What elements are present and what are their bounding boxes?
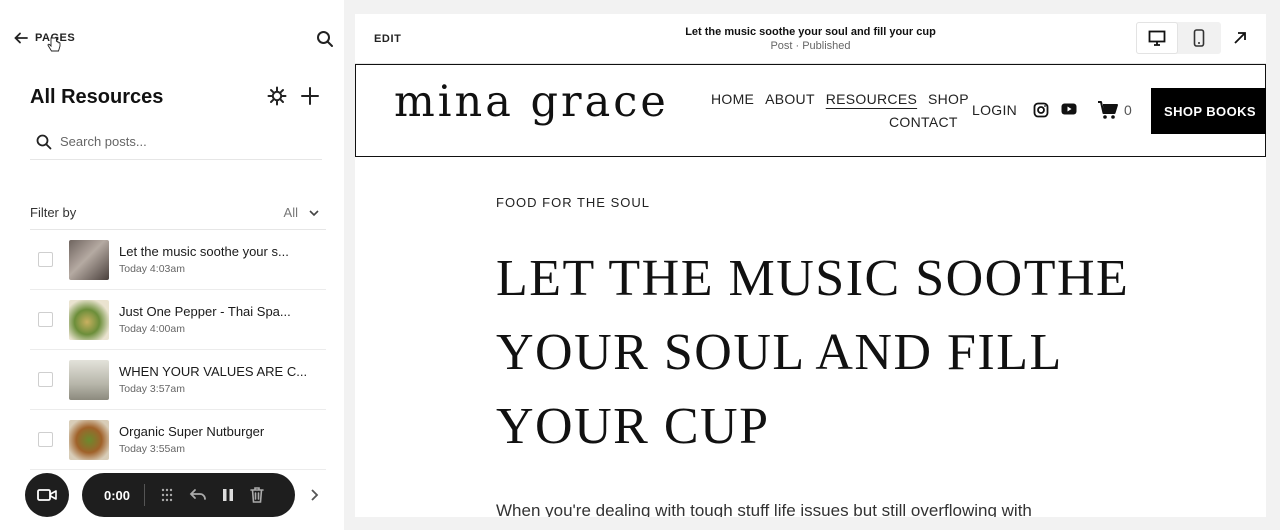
- site-header: mina grace HOME ABOUT RESOURCES SHOP CON…: [355, 64, 1266, 157]
- post-title: Organic Super Nutburger: [119, 424, 265, 439]
- post-category[interactable]: FOOD FOR THE SOUL: [496, 195, 650, 210]
- page-title: All Resources: [30, 86, 164, 108]
- post-time: Today 4:00am: [119, 323, 185, 335]
- mobile-icon: [1193, 29, 1205, 47]
- cart-icon: [1098, 101, 1118, 119]
- list-item[interactable]: WHEN YOUR VALUES ARE C... Today 3:57am: [30, 350, 326, 410]
- post-title: Just One Pepper - Thai Spa...: [119, 304, 291, 319]
- site-logo[interactable]: mina grace: [394, 77, 669, 127]
- list-item[interactable]: Organic Super Nutburger Today 3:55am: [30, 410, 326, 470]
- cart-count: 0: [1124, 102, 1132, 118]
- select-checkbox[interactable]: [38, 372, 53, 387]
- post-time: Today 3:57am: [119, 383, 185, 395]
- nav-link-home[interactable]: HOME: [711, 91, 754, 107]
- filter-bar[interactable]: Filter by All: [30, 196, 326, 230]
- desktop-icon: [1148, 30, 1166, 46]
- post-title: WHEN YOUR VALUES ARE C...: [119, 364, 308, 379]
- left-panel: PAGES All Resources Filter by All Let th…: [0, 0, 344, 530]
- trash-icon[interactable]: [249, 486, 265, 504]
- chevron-right-icon[interactable]: [309, 488, 321, 502]
- post-list: Let the music soothe your s... Today 4:0…: [30, 230, 326, 470]
- post-time: Today 3:55am: [119, 443, 185, 455]
- site-preview: EDIT Let the music soothe your soul and …: [355, 14, 1266, 517]
- select-checkbox[interactable]: [38, 312, 53, 327]
- filter-label: Filter by: [30, 205, 77, 220]
- recording-toolbar: 0:00: [82, 473, 295, 517]
- expand-arrow-icon[interactable]: [1232, 30, 1248, 46]
- editor-topbar: EDIT Let the music soothe your soul and …: [355, 14, 1266, 64]
- post-excerpt: When you're dealing with tough stuff lif…: [496, 501, 1032, 517]
- filter-dropdown[interactable]: All: [284, 205, 326, 220]
- recording-timer: 0:00: [104, 487, 131, 503]
- post-time: Today 4:03am: [119, 263, 185, 275]
- document-title: Let the music soothe your soul and fill …: [685, 26, 936, 38]
- post-thumbnail: [69, 419, 109, 460]
- site-navigation: HOME ABOUT RESOURCES SHOP CONTACT: [711, 91, 976, 130]
- select-checkbox[interactable]: [38, 252, 53, 267]
- post-thumbnail: [69, 359, 109, 400]
- filter-value: All: [283, 205, 298, 220]
- video-camera-icon: [37, 489, 57, 501]
- nav-link-about[interactable]: ABOUT: [765, 91, 815, 107]
- desktop-view-button[interactable]: [1136, 22, 1178, 54]
- back-to-pages-button[interactable]: PAGES: [13, 30, 75, 46]
- nav-link-contact[interactable]: CONTACT: [889, 114, 958, 130]
- arrow-left-icon: [14, 32, 28, 44]
- list-item[interactable]: Let the music soothe your s... Today 4:0…: [30, 230, 326, 290]
- document-status: Post · Published: [770, 40, 851, 52]
- chevron-down-icon: [309, 209, 319, 216]
- instagram-icon[interactable]: [1033, 102, 1049, 118]
- nav-link-resources[interactable]: RESOURCES: [826, 91, 917, 107]
- cart-button[interactable]: 0: [1097, 100, 1132, 120]
- post-thumbnail: [69, 239, 109, 280]
- camera-toggle-button[interactable]: [25, 473, 69, 517]
- divider: [144, 484, 146, 506]
- search-icon[interactable]: [316, 30, 334, 48]
- nav-link-shop[interactable]: SHOP: [928, 91, 969, 107]
- shop-books-button[interactable]: SHOP BOOKS: [1151, 88, 1266, 134]
- undo-icon[interactable]: [189, 487, 207, 503]
- list-item[interactable]: Just One Pepper - Thai Spa... Today 4:00…: [30, 290, 326, 350]
- add-post-icon[interactable]: [300, 86, 320, 106]
- login-link[interactable]: LOGIN: [972, 102, 1017, 118]
- device-toggle: [1136, 22, 1221, 54]
- search-icon: [36, 134, 52, 149]
- post-heading: LET THE MUSIC SOOTHE YOUR SOUL AND FILL …: [496, 250, 1130, 455]
- mobile-view-button[interactable]: [1178, 22, 1220, 54]
- youtube-icon[interactable]: [1061, 103, 1077, 115]
- hand-cursor-icon: [47, 37, 61, 52]
- post-title: Let the music soothe your s...: [119, 244, 289, 259]
- post-thumbnail: [69, 299, 109, 340]
- gear-icon[interactable]: [267, 86, 287, 106]
- pause-icon[interactable]: [221, 487, 235, 503]
- search-input[interactable]: [60, 134, 300, 149]
- search-posts: [30, 124, 322, 160]
- drag-handle-icon[interactable]: [159, 487, 175, 503]
- select-checkbox[interactable]: [38, 432, 53, 447]
